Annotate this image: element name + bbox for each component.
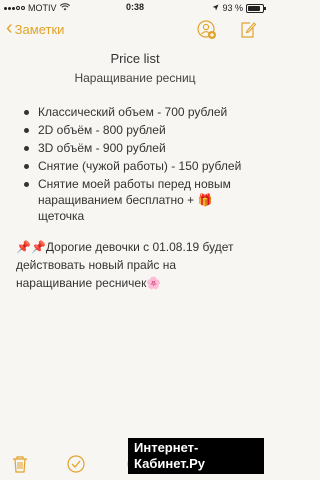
delete-button[interactable]	[10, 454, 30, 474]
checklist-button[interactable]	[66, 454, 86, 474]
list-item: Снятие моей работы перед новым наращиван…	[22, 176, 256, 224]
battery-icon	[246, 3, 266, 13]
note-title: Price list	[110, 51, 160, 66]
status-bar: MOTIV 0:38 93 %	[0, 0, 270, 16]
chevron-left-icon: ‹	[6, 17, 13, 39]
battery-percent: 93 %	[222, 3, 243, 13]
trash-icon	[13, 456, 27, 473]
add-person-icon	[197, 20, 216, 39]
announcement-text: 📌📌Дорогие девочки с 01.08.19 будет дейст…	[16, 240, 234, 290]
navigation-bar: ‹ Заметки	[0, 18, 270, 46]
list-item: 3D объём - 900 рублей	[22, 140, 256, 156]
compose-icon	[241, 22, 257, 38]
bottom-toolbar: Интернет-Кабинет.Ру	[0, 438, 270, 480]
add-person-button[interactable]	[197, 20, 217, 40]
compose-button[interactable]	[239, 20, 257, 40]
location-icon	[212, 3, 219, 13]
back-to-notes-button[interactable]: ‹ Заметки	[6, 17, 65, 39]
list-item: 2D объём - 800 рублей	[22, 122, 256, 138]
list-item: Снятие (чужой работы) - 150 рублей	[22, 158, 256, 174]
price-list: Классический объем - 700 рублей 2D объём…	[0, 104, 270, 224]
watermark: Интернет-Кабинет.Ру	[128, 438, 264, 474]
note-body[interactable]: Price list Наращивание ресниц Классическ…	[0, 50, 270, 292]
battery-area: 93 %	[212, 3, 266, 13]
checkmark-circle-icon	[67, 455, 85, 473]
note-subtitle: Наращивание ресниц	[74, 71, 196, 85]
list-item: Классический объем - 700 рублей	[22, 104, 256, 120]
back-label: Заметки	[14, 21, 65, 37]
